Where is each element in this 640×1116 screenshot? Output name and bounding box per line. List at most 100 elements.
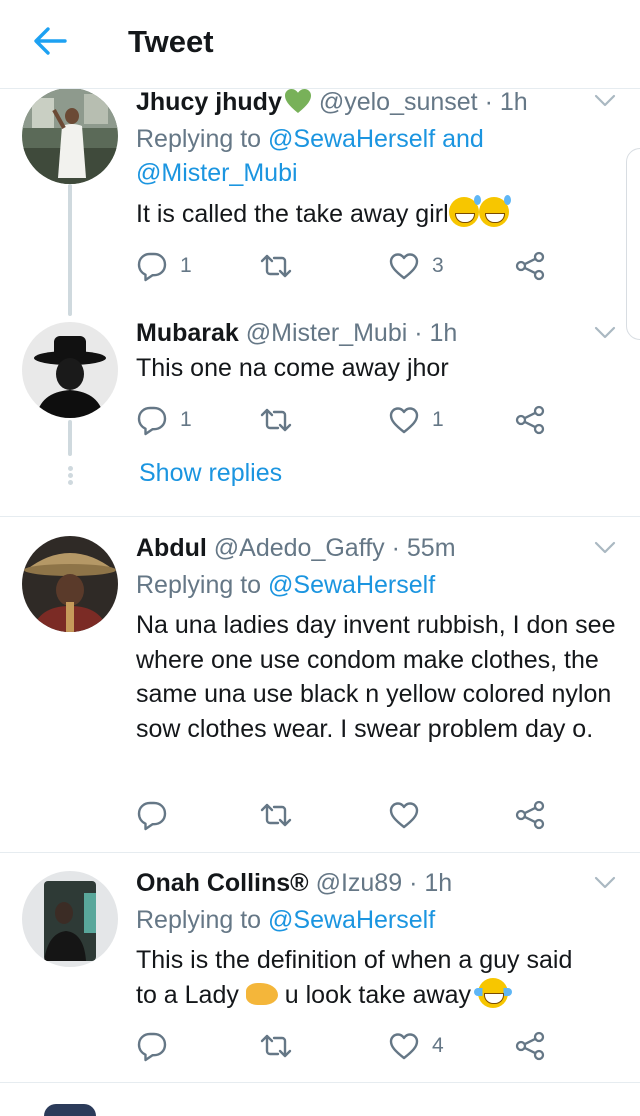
tweet-text: Na una ladies day invent rubbish, I don … xyxy=(136,611,616,743)
replying-and: and xyxy=(435,125,484,153)
tweet-time: · 55m xyxy=(391,534,456,562)
tweet-actions: 4 xyxy=(136,1028,596,1064)
like-count: 4 xyxy=(432,1034,444,1057)
tweet-text-line: This is the definition of when a guy sai… xyxy=(136,946,573,974)
replying-to: Replying to @SewaHerself and @Mister_Mub… xyxy=(136,122,556,190)
reply-count: 1 xyxy=(180,254,192,277)
retweet-button[interactable] xyxy=(260,248,304,284)
retweet-icon xyxy=(260,250,292,282)
retweet-icon xyxy=(260,404,292,436)
tweet-text: This is the definition of when a guy sai… xyxy=(136,943,626,1012)
retweet-button[interactable] xyxy=(260,797,292,833)
tweet-header: Onah Collins® @Izu89 · 1h xyxy=(136,867,452,899)
sweat-smile-emoji xyxy=(448,195,481,227)
tweet-text-line: u look take away xyxy=(277,980,478,1009)
share-icon xyxy=(514,250,546,282)
reply-icon xyxy=(136,1030,168,1062)
back-arrow-icon[interactable] xyxy=(33,26,67,56)
reply-icon xyxy=(136,799,168,831)
tweet-text: This one na come away jhor xyxy=(136,354,449,382)
user-name[interactable]: Onah Collins® xyxy=(136,869,309,897)
like-count: 1 xyxy=(432,408,444,431)
mention-link[interactable]: @SewaHerself xyxy=(268,125,435,153)
page-title: Tweet xyxy=(128,24,214,59)
user-handle[interactable]: @Mister_Mubi xyxy=(246,319,408,347)
share-button[interactable] xyxy=(514,1028,546,1064)
share-icon xyxy=(514,1030,546,1062)
like-button[interactable] xyxy=(388,797,420,833)
replying-to: Replying to @SewaHerself xyxy=(136,903,556,937)
like-button[interactable]: 3 xyxy=(388,248,444,284)
like-button[interactable]: 4 xyxy=(388,1028,444,1064)
share-icon xyxy=(514,799,546,831)
next-tweet-peek[interactable] xyxy=(0,1098,640,1116)
like-icon xyxy=(388,404,420,436)
user-handle[interactable]: @yelo_sunset xyxy=(319,88,478,116)
tweet-actions: 1 1 xyxy=(136,402,596,438)
chevron-down-icon[interactable] xyxy=(594,541,616,555)
retweet-button[interactable] xyxy=(260,1028,304,1064)
avatar[interactable] xyxy=(22,871,118,967)
reply-button[interactable]: 1 xyxy=(136,402,192,438)
user-name[interactable]: Jhucy jhudy xyxy=(136,88,282,116)
tweet-text-content: It is called the take away girl xyxy=(136,200,449,228)
like-icon xyxy=(388,250,420,282)
tweet-text: It is called the take away girl xyxy=(136,195,626,232)
thread-more-dots xyxy=(66,466,74,486)
replying-label: Replying to xyxy=(136,571,269,599)
reply-count: 1 xyxy=(180,408,192,431)
like-icon xyxy=(388,799,420,831)
user-handle[interactable]: @Izu89 xyxy=(316,869,403,897)
retweet-icon xyxy=(260,1030,292,1062)
avatar[interactable] xyxy=(22,536,118,632)
replying-to: Replying to @SewaHerself xyxy=(136,568,556,602)
mention-link[interactable]: @SewaHerself xyxy=(268,571,435,599)
share-button[interactable] xyxy=(514,797,546,833)
pointing-hand-emoji xyxy=(245,982,278,1005)
reply-button[interactable] xyxy=(136,797,168,833)
like-button[interactable]: 1 xyxy=(388,402,444,438)
thread-line xyxy=(68,420,72,456)
tweet-text-line: to a Lady xyxy=(136,980,246,1009)
retweet-button[interactable] xyxy=(260,402,304,438)
chevron-down-icon[interactable] xyxy=(594,94,616,108)
avatar[interactable] xyxy=(22,322,118,418)
tweet-actions xyxy=(136,797,596,833)
retweet-icon xyxy=(260,799,292,831)
scroll-indicator[interactable] xyxy=(626,148,640,340)
reply-icon xyxy=(136,250,168,282)
avatar[interactable] xyxy=(22,88,118,184)
tweet-time: · 1h xyxy=(414,319,458,347)
user-handle[interactable]: @Adedo_Gaffy xyxy=(214,534,385,562)
green-heart-emoji xyxy=(284,89,311,113)
tweet-header: Mubarak @Mister_Mubi · 1h xyxy=(136,317,457,349)
divider xyxy=(0,1082,640,1083)
share-button[interactable] xyxy=(514,402,546,438)
share-button[interactable] xyxy=(514,248,546,284)
top-bar: Tweet xyxy=(0,0,640,89)
tweet-header: Jhucy jhudy @yelo_sunset · 1h xyxy=(136,86,528,118)
reply-button[interactable]: 1 xyxy=(136,248,192,284)
mention-link[interactable]: @Mister_Mubi xyxy=(136,159,298,187)
user-name[interactable]: Mubarak xyxy=(136,319,239,347)
chevron-down-icon[interactable] xyxy=(594,326,616,340)
reply-button[interactable] xyxy=(136,1028,180,1064)
tweet-actions: 1 3 xyxy=(136,248,596,284)
replying-label: Replying to xyxy=(136,125,269,153)
replying-label: Replying to xyxy=(136,906,269,934)
thread-line xyxy=(68,184,72,316)
reply-icon xyxy=(136,404,168,436)
like-count: 3 xyxy=(432,254,444,277)
chevron-down-icon[interactable] xyxy=(594,876,616,890)
mention-link[interactable]: @SewaHerself xyxy=(268,906,435,934)
divider xyxy=(0,852,640,853)
tears-of-joy-emoji xyxy=(473,977,512,1008)
sweat-smile-emoji xyxy=(478,195,511,227)
tweet-header: Abdul @Adedo_Gaffy · 55m xyxy=(136,532,456,564)
share-icon xyxy=(514,404,546,436)
like-icon xyxy=(388,1030,420,1062)
tweet-time: · 1h xyxy=(484,88,528,116)
show-replies-link[interactable]: Show replies xyxy=(139,459,282,488)
user-name[interactable]: Abdul xyxy=(136,534,207,562)
divider xyxy=(0,516,640,517)
